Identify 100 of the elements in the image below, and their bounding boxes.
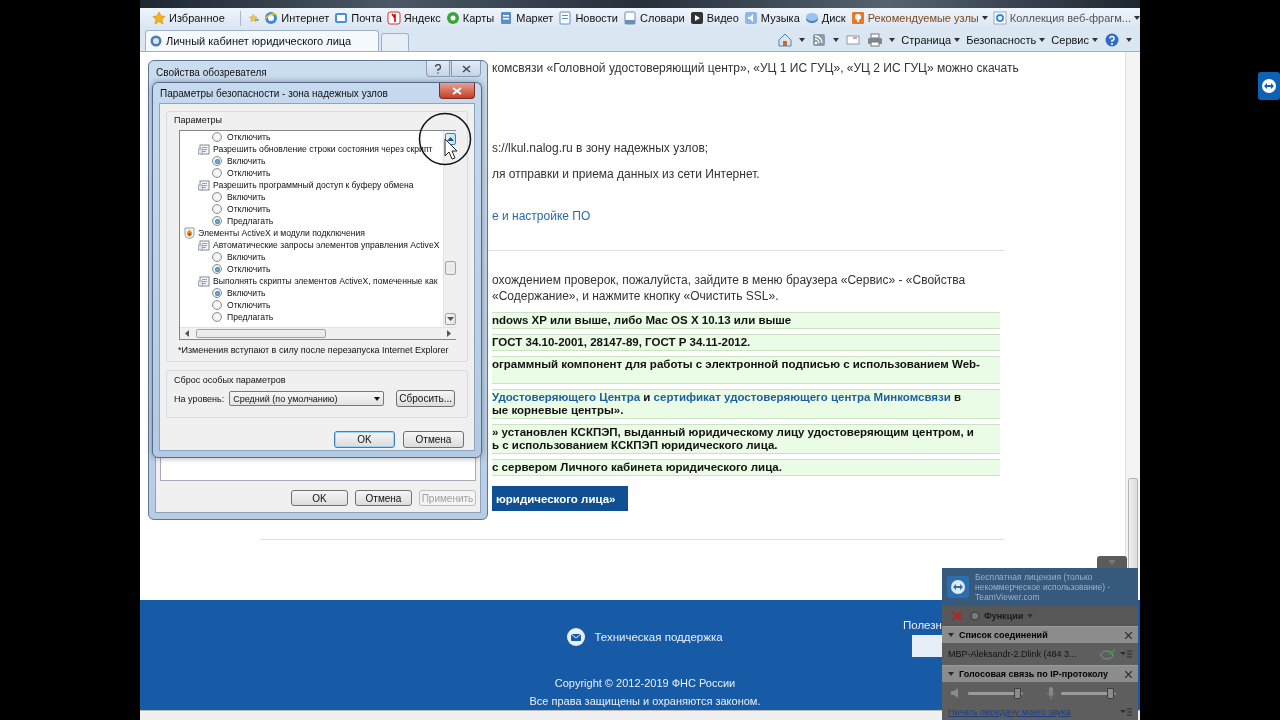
- caret-icon: [1134, 16, 1140, 20]
- radio-button[interactable]: [212, 312, 222, 322]
- close-button[interactable]: [439, 83, 475, 99]
- cabinet-button[interactable]: юридического лица»: [492, 486, 628, 511]
- help-icon[interactable]: [1104, 32, 1120, 47]
- favorite-link[interactable]: Интернет: [264, 11, 330, 25]
- script-icon: [198, 239, 210, 251]
- close-button[interactable]: [451, 61, 481, 77]
- favorite-link[interactable]: Яндекс: [386, 11, 441, 25]
- reset-button[interactable]: Сбросить...: [396, 390, 456, 407]
- map-icon: [445, 11, 460, 25]
- menu-button[interactable]: Страница: [901, 33, 961, 46]
- favorite-link[interactable]: Диск: [804, 11, 846, 25]
- close-icon: [452, 86, 462, 95]
- site-icon: [386, 11, 401, 25]
- note-text: *Изменения вступают в силу после перезапуска Internet Explorer: [178, 345, 449, 355]
- document-icon: [558, 11, 573, 25]
- radio-button[interactable]: [212, 300, 222, 310]
- scrollbar[interactable]: [180, 327, 456, 339]
- play-icon: [689, 11, 704, 25]
- arrow-down-icon: [446, 317, 454, 321]
- level-dropdown[interactable]: Средний (по умолчанию): [229, 391, 385, 406]
- radio-button[interactable]: [212, 192, 222, 202]
- browser-tab[interactable]: Личный кабинет юридического лица: [145, 30, 379, 51]
- radio-button[interactable]: [212, 288, 222, 298]
- menu-button[interactable]: Сервис: [1051, 33, 1098, 46]
- radio-button[interactable]: [212, 132, 222, 142]
- remote-app-icon[interactable]: [1258, 72, 1280, 100]
- link[interactable]: е и настройке ПО: [492, 208, 591, 224]
- feed-icon[interactable]: [811, 32, 828, 47]
- scroll-down-button[interactable]: [444, 313, 456, 325]
- link[interactable]: Удостоверяющего Центра: [492, 391, 641, 403]
- favorite-link[interactable]: Видео: [689, 11, 739, 25]
- favorite-link[interactable]: Почта: [334, 11, 382, 25]
- setting-label: Выполнять скрипты элементов ActiveX, помеченные как: [213, 275, 438, 287]
- radio-label: Предлагать: [227, 215, 274, 227]
- favorite-link[interactable]: Маркет: [499, 11, 554, 25]
- slider-thumb[interactable]: [1013, 687, 1021, 699]
- favorite-dropdown[interactable]: Коллекция веб-фрагм...: [992, 11, 1140, 25]
- body-text: s://lkul.nalog.ru в зону надежных узлов;: [492, 140, 710, 156]
- gear-icon: [970, 611, 980, 621]
- body-text: комсвязи «Головной удостоверяющий центр», «УЦ 1 ИС ГУЦ», «УЦ 2 ИС ГУЦ» можно скачать: [492, 60, 1020, 76]
- close-icon[interactable]: [1125, 631, 1132, 639]
- radio-label: Включить: [227, 287, 266, 299]
- scroll-thumb[interactable]: [444, 261, 456, 275]
- radio-button[interactable]: [212, 204, 222, 214]
- favorite-link[interactable]: Новости: [558, 11, 618, 25]
- section-title: Список соединений: [959, 630, 1048, 640]
- caret-icon: [981, 16, 988, 20]
- favorite-link[interactable]: Карты: [445, 11, 495, 25]
- link[interactable]: Техническая поддержка: [594, 631, 723, 643]
- print-icon[interactable]: [867, 32, 884, 47]
- radio-button[interactable]: [212, 252, 222, 262]
- radio-button[interactable]: [212, 216, 222, 226]
- menu-icon[interactable]: [1120, 708, 1132, 716]
- favorite-link[interactable]: Словари: [623, 11, 685, 25]
- home-icon[interactable]: [777, 32, 794, 47]
- status-icon: [1100, 648, 1116, 660]
- radio-button[interactable]: [212, 264, 222, 274]
- close-icon[interactable]: [1125, 670, 1132, 678]
- link-tile[interactable]: [912, 635, 942, 657]
- dialog-button[interactable]: Отмена: [355, 490, 412, 506]
- dialog-button[interactable]: OK: [291, 490, 348, 506]
- scroll-left-button[interactable]: [182, 329, 192, 338]
- radio-button[interactable]: [212, 156, 222, 166]
- scroll-thumb[interactable]: [196, 329, 326, 338]
- radio-label: Предлагать: [227, 311, 274, 323]
- section-header[interactable]: Голосовая связь по IP-протоколу: [942, 665, 1138, 682]
- help-button[interactable]: [426, 61, 450, 77]
- requirement-text: ГОСТ 34.10-2001, 28147-89, ГОСТ Р 34.11-2012.: [492, 336, 751, 349]
- favorite-dropdown[interactable]: Рекомендуемые узлы: [850, 11, 988, 25]
- speaker-icon: [743, 11, 758, 25]
- scrollbar[interactable]: [443, 131, 456, 327]
- link[interactable]: сертификат удостоверяющего центра Минкомсвязи: [653, 391, 951, 403]
- setting-label: Разрешить программный доступ к буферу обмена: [213, 179, 414, 191]
- help-icon: [434, 63, 442, 74]
- envelope-icon: [567, 628, 586, 646]
- dialog-button[interactable]: Отмена: [403, 431, 464, 448]
- mail-icon[interactable]: [845, 32, 862, 47]
- menu-icon[interactable]: [1120, 650, 1132, 658]
- close-icon: [461, 64, 471, 73]
- script-icon: [198, 179, 210, 191]
- slider-thumb[interactable]: [1106, 687, 1114, 699]
- new-tab-button[interactable]: [381, 33, 409, 51]
- radio-label: Отключить: [227, 263, 271, 275]
- script-icon: [198, 143, 210, 155]
- caret-icon: [374, 396, 381, 401]
- add-favorite-icon[interactable]: [249, 11, 260, 25]
- favorite-link[interactable]: Музыка: [743, 11, 800, 25]
- radio-button[interactable]: [212, 168, 222, 178]
- menu-button[interactable]: Безопасность: [966, 33, 1046, 46]
- dialog-button[interactable]: OK: [334, 431, 395, 448]
- requirement-text: ые корневые центры».: [492, 404, 624, 417]
- requirement-text: » установлен КСКПЭП, выданный юридическому лицу удостоверяющим центром, и: [492, 426, 974, 439]
- favorites-button[interactable]: Избранное: [146, 10, 231, 26]
- section-title: Голосовая связь по IP-протоколу: [959, 669, 1108, 679]
- radio-label: Отключить: [227, 299, 271, 311]
- scrollbar[interactable]: [1125, 52, 1140, 600]
- section-header[interactable]: Список соединений: [942, 626, 1138, 643]
- scroll-right-button[interactable]: [444, 329, 454, 338]
